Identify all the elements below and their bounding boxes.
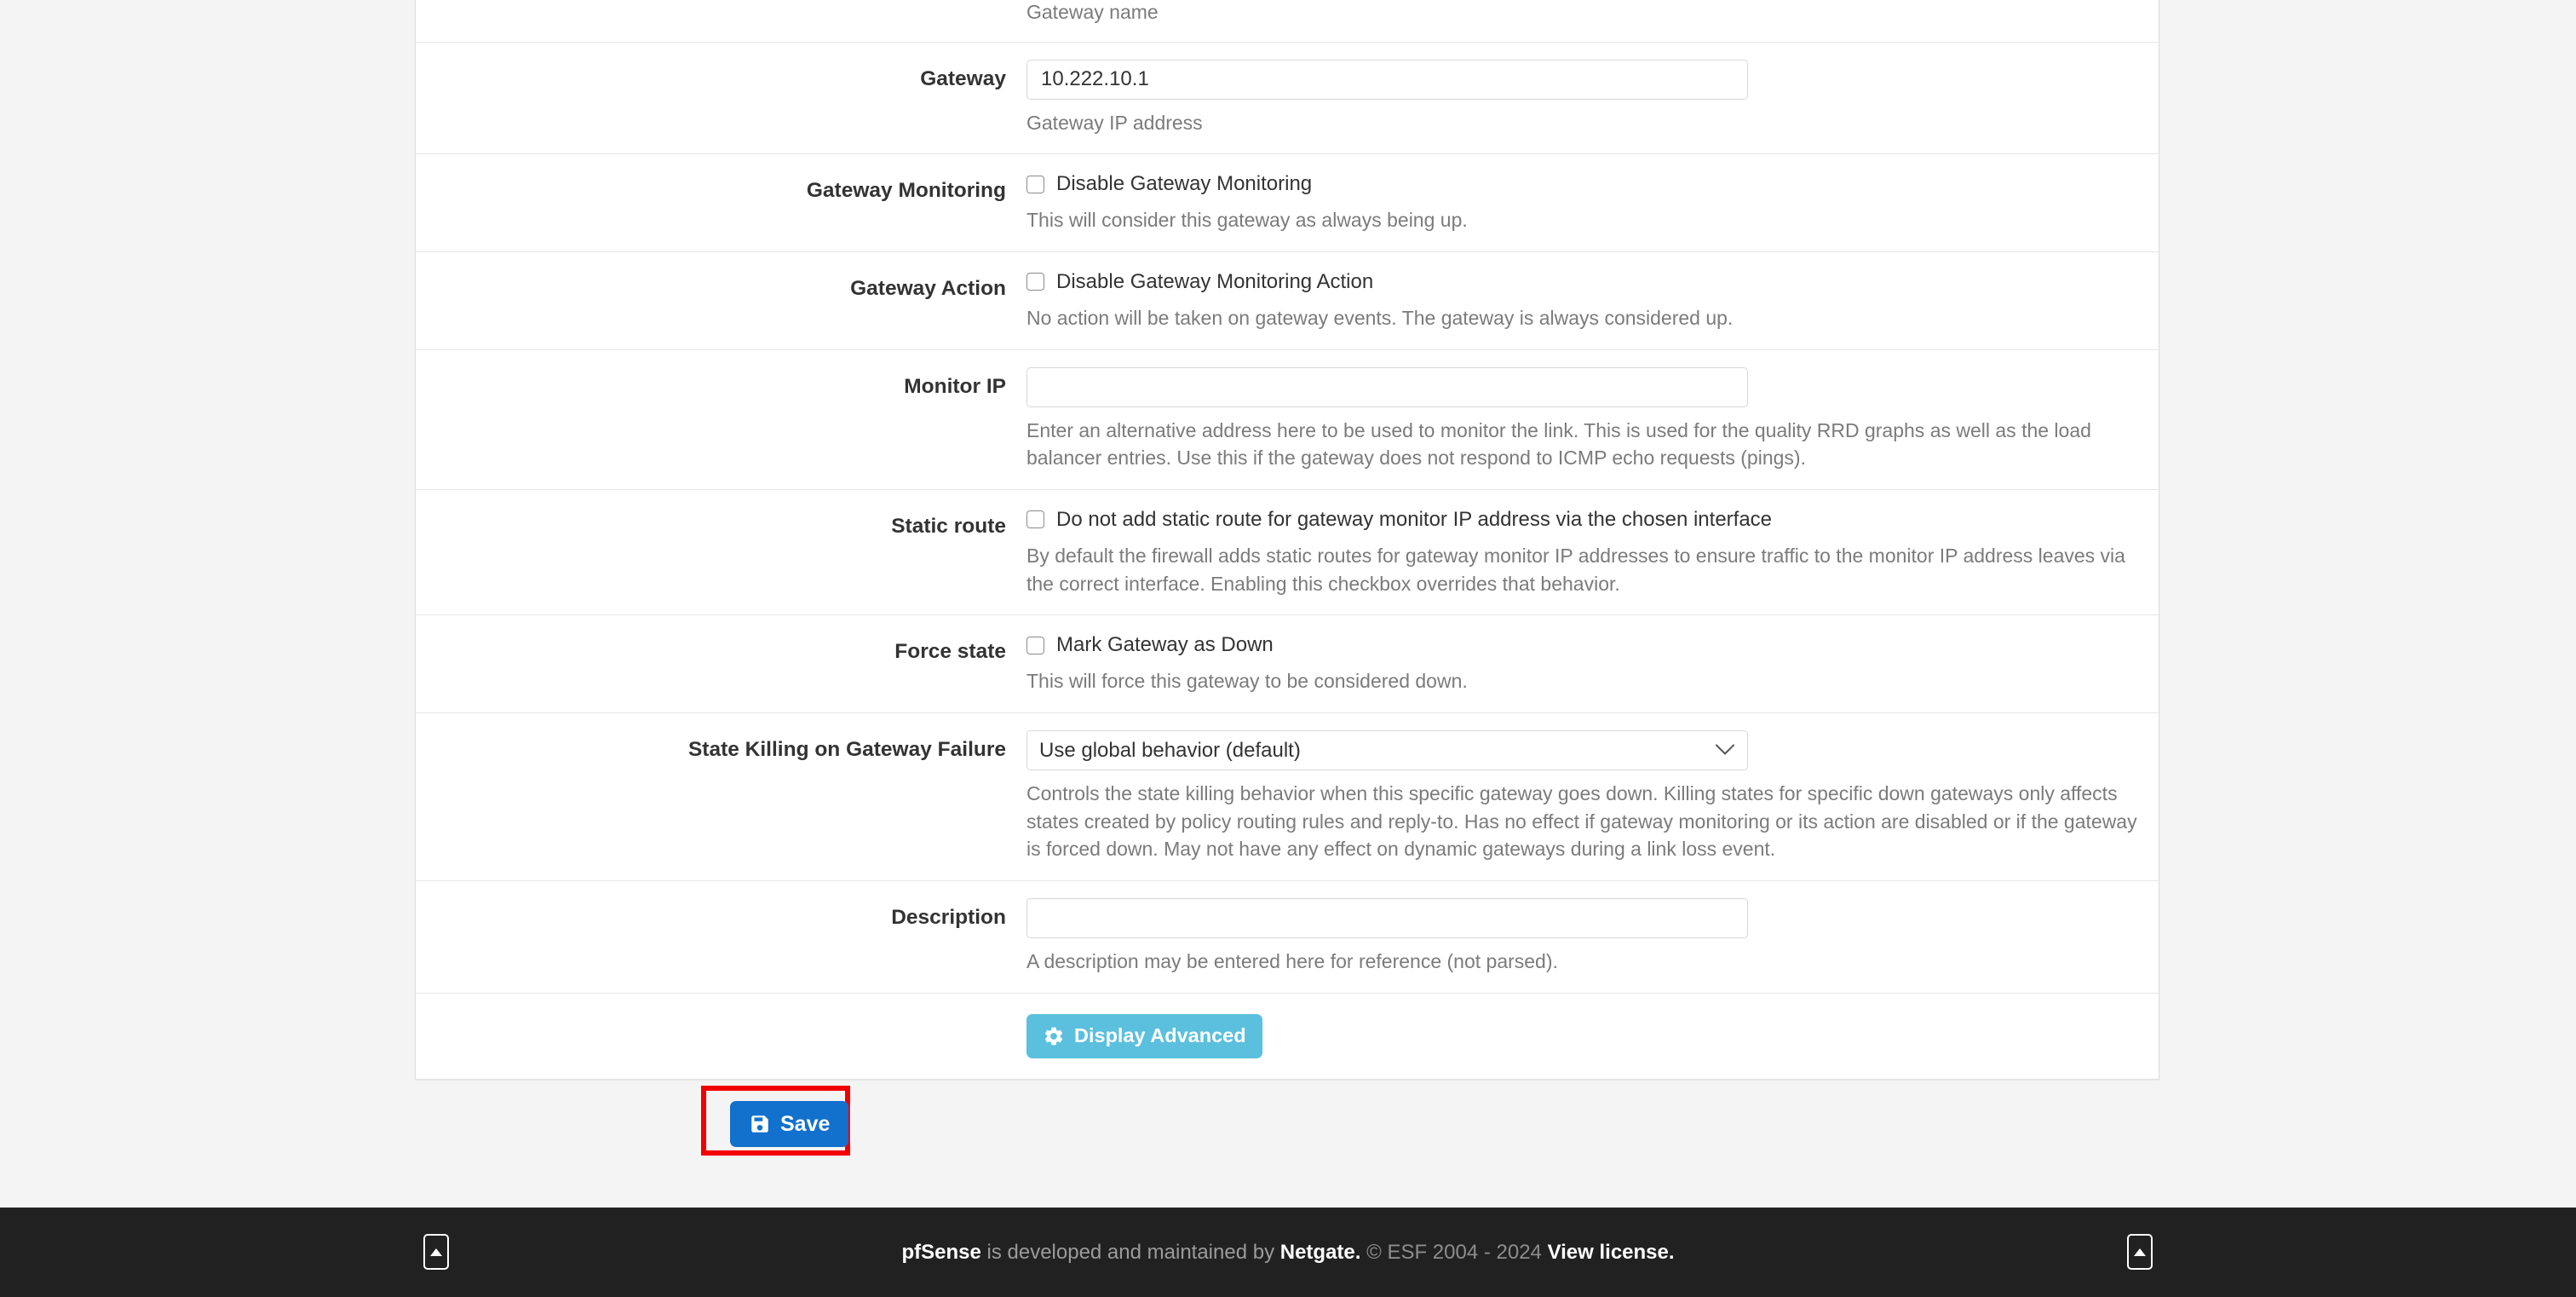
checkbox-label-do-not-add-static-route: Do not add static route for gateway moni… xyxy=(1056,507,1773,531)
row-label-description: Description xyxy=(891,905,1006,929)
state-killing-select[interactable]: Use global behavior (default) xyxy=(1026,729,1748,770)
help-text-description: A description may be entered here for re… xyxy=(1026,949,1558,972)
form-row-display-advanced: Display Advanced xyxy=(416,994,2159,1079)
form-row-description: Description A description may be entered… xyxy=(416,881,2159,994)
form-row-monitor-ip: Monitor IP Enter an alternative address … xyxy=(416,350,2159,490)
gear-icon xyxy=(1043,1025,1065,1047)
help-text-state-killing: Controls the state killing behavior when… xyxy=(1026,781,2137,861)
save-floppy-icon xyxy=(749,1113,771,1135)
footer-company[interactable]: Netgate. xyxy=(1280,1241,1361,1264)
form-row-gateway-action: Gateway Action Disable Gateway Monitorin… xyxy=(416,252,2159,350)
scroll-to-top-button-right[interactable] xyxy=(2127,1234,2153,1270)
row-label-monitor-ip: Monitor IP xyxy=(904,374,1006,398)
checkbox-box-icon[interactable] xyxy=(1026,175,1044,193)
form-row-state-killing: State Killing on Gateway Failure Use glo… xyxy=(416,713,2159,881)
display-advanced-label: Display Advanced xyxy=(1074,1023,1246,1046)
form-row-gateway: Gateway Gateway IP address xyxy=(416,43,2159,155)
form-row-gateway-monitoring: Gateway Monitoring Disable Gateway Monit… xyxy=(416,154,2159,252)
form-row-gateway-name: Gateway name xyxy=(416,0,2159,43)
footer-view-license-link[interactable]: View license. xyxy=(1548,1241,1675,1264)
gateway-input[interactable] xyxy=(1026,59,1748,100)
checkbox-mark-gateway-as-down[interactable]: Mark Gateway as Down xyxy=(1026,632,2138,658)
row-label-gateway-action: Gateway Action xyxy=(850,276,1006,300)
triangle-up-icon xyxy=(430,1248,442,1256)
footer-brand: pfSense xyxy=(901,1240,981,1264)
footer-bar: pfSense is developed and maintained by N… xyxy=(0,1208,2576,1297)
help-text-gateway: Gateway IP address xyxy=(1026,111,1203,134)
footer-copyright: © ESF 2004 - 2024 xyxy=(1360,1240,1548,1264)
help-text-force-state: This will force this gateway to be consi… xyxy=(1026,670,1468,693)
checkbox-label-disable-gateway-monitoring: Disable Gateway Monitoring xyxy=(1056,171,1313,195)
checkbox-disable-gateway-monitoring[interactable]: Disable Gateway Monitoring xyxy=(1026,171,2138,197)
row-label-state-killing: State Killing on Gateway Failure xyxy=(687,737,1006,761)
row-label-static-route: Static route xyxy=(891,514,1006,538)
footer-credits: pfSense is developed and maintained by N… xyxy=(901,1241,1674,1265)
checkbox-do-not-add-static-route[interactable]: Do not add static route for gateway moni… xyxy=(1026,507,2138,533)
save-button[interactable]: Save xyxy=(730,1101,849,1147)
triangle-up-icon xyxy=(2134,1248,2146,1256)
monitor-ip-input[interactable] xyxy=(1026,366,1748,407)
help-text-gateway-action: No action will be taken on gateway event… xyxy=(1026,306,1734,329)
help-text-static-route: By default the firewall adds static rout… xyxy=(1026,544,2125,595)
save-label: Save xyxy=(780,1111,831,1136)
row-label-gateway-name xyxy=(416,0,1026,20)
description-input[interactable] xyxy=(1026,897,1748,938)
scroll-to-top-button-left[interactable] xyxy=(423,1234,449,1270)
checkbox-disable-gateway-monitoring-action[interactable]: Disable Gateway Monitoring Action xyxy=(1026,269,2138,295)
row-label-gateway: Gateway xyxy=(920,66,1006,90)
form-row-force-state: Force state Mark Gateway as Down This wi… xyxy=(416,615,2159,713)
help-text-monitor-ip: Enter an alternative address here to be … xyxy=(1026,418,2091,470)
form-row-static-route: Static route Do not add static route for… xyxy=(416,490,2159,616)
help-text-gateway-monitoring: This will consider this gateway as alway… xyxy=(1026,209,1468,232)
row-label-force-state: Force state xyxy=(894,640,1006,664)
footer: pfSense is developed and maintained by N… xyxy=(0,1208,2576,1297)
help-text-gateway-name: Gateway name xyxy=(1026,1,1159,23)
display-advanced-button[interactable]: Display Advanced xyxy=(1026,1013,1262,1058)
row-label-gateway-monitoring: Gateway Monitoring xyxy=(806,179,1006,203)
pfsense-gateway-edit-page: Gateway name Gateway Gateway IP address … xyxy=(0,0,2576,1297)
checkbox-label-disable-gateway-monitoring-action: Disable Gateway Monitoring Action xyxy=(1056,269,1374,293)
gateway-settings-panel: Gateway name Gateway Gateway IP address … xyxy=(415,0,2159,1080)
footer-middle: is developed and maintained by xyxy=(980,1240,1280,1264)
checkbox-box-icon[interactable] xyxy=(1026,510,1044,529)
checkbox-box-icon[interactable] xyxy=(1026,273,1044,291)
checkbox-box-icon[interactable] xyxy=(1026,636,1044,654)
checkbox-label-mark-gateway-as-down: Mark Gateway as Down xyxy=(1056,632,1274,656)
save-area: Save xyxy=(415,1084,2159,1186)
